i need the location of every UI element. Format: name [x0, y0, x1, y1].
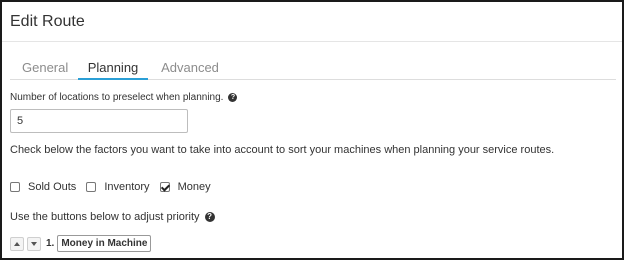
- sold-outs-label: Sold Outs: [28, 181, 77, 193]
- priority-instructions-row: Use the buttons below to adjust priority…: [10, 211, 215, 223]
- sold-outs-checkbox[interactable]: [10, 182, 20, 192]
- factor-sold-outs[interactable]: Sold Outs: [10, 181, 76, 193]
- priority-item-label: Money in Machine: [57, 235, 152, 252]
- preselect-label-row: Number of locations to preselect when pl…: [10, 92, 238, 103]
- help-icon[interactable]: ?: [228, 93, 238, 102]
- preselect-label: Number of locations to preselect when pl…: [10, 92, 224, 103]
- priority-index: 1.: [46, 238, 55, 249]
- move-up-button[interactable]: [10, 236, 24, 251]
- money-checkbox[interactable]: [159, 182, 170, 192]
- triangle-up-icon: [14, 241, 20, 246]
- inventory-checkbox[interactable]: [86, 182, 97, 192]
- priority-list-item: 1. Money in Machine: [10, 235, 152, 252]
- factors-instructions: Check below the factors you want to take…: [10, 144, 555, 156]
- tab-advanced[interactable]: Advanced: [160, 56, 220, 80]
- move-down-button[interactable]: [27, 236, 41, 251]
- triangle-down-icon: [31, 241, 37, 246]
- inventory-label: Inventory: [104, 181, 150, 193]
- tab-general[interactable]: General: [22, 56, 68, 80]
- factor-checkbox-group: Sold Outs Inventory Money: [10, 179, 221, 195]
- priority-instructions: Use the buttons below to adjust priority: [10, 211, 200, 223]
- factor-money[interactable]: Money: [159, 181, 211, 193]
- factor-inventory[interactable]: Inventory: [86, 181, 150, 193]
- modal-header: Edit Route: [2, 2, 622, 42]
- tab-bar: General Planning Advanced: [10, 56, 616, 80]
- preselect-count-input[interactable]: [10, 109, 188, 133]
- tab-planning[interactable]: Planning: [78, 56, 148, 80]
- money-label: Money: [177, 181, 211, 193]
- page-title: Edit Route: [10, 13, 85, 30]
- help-icon[interactable]: ?: [204, 212, 215, 222]
- edit-route-window: Edit Route General Planning Advanced Num…: [0, 0, 624, 260]
